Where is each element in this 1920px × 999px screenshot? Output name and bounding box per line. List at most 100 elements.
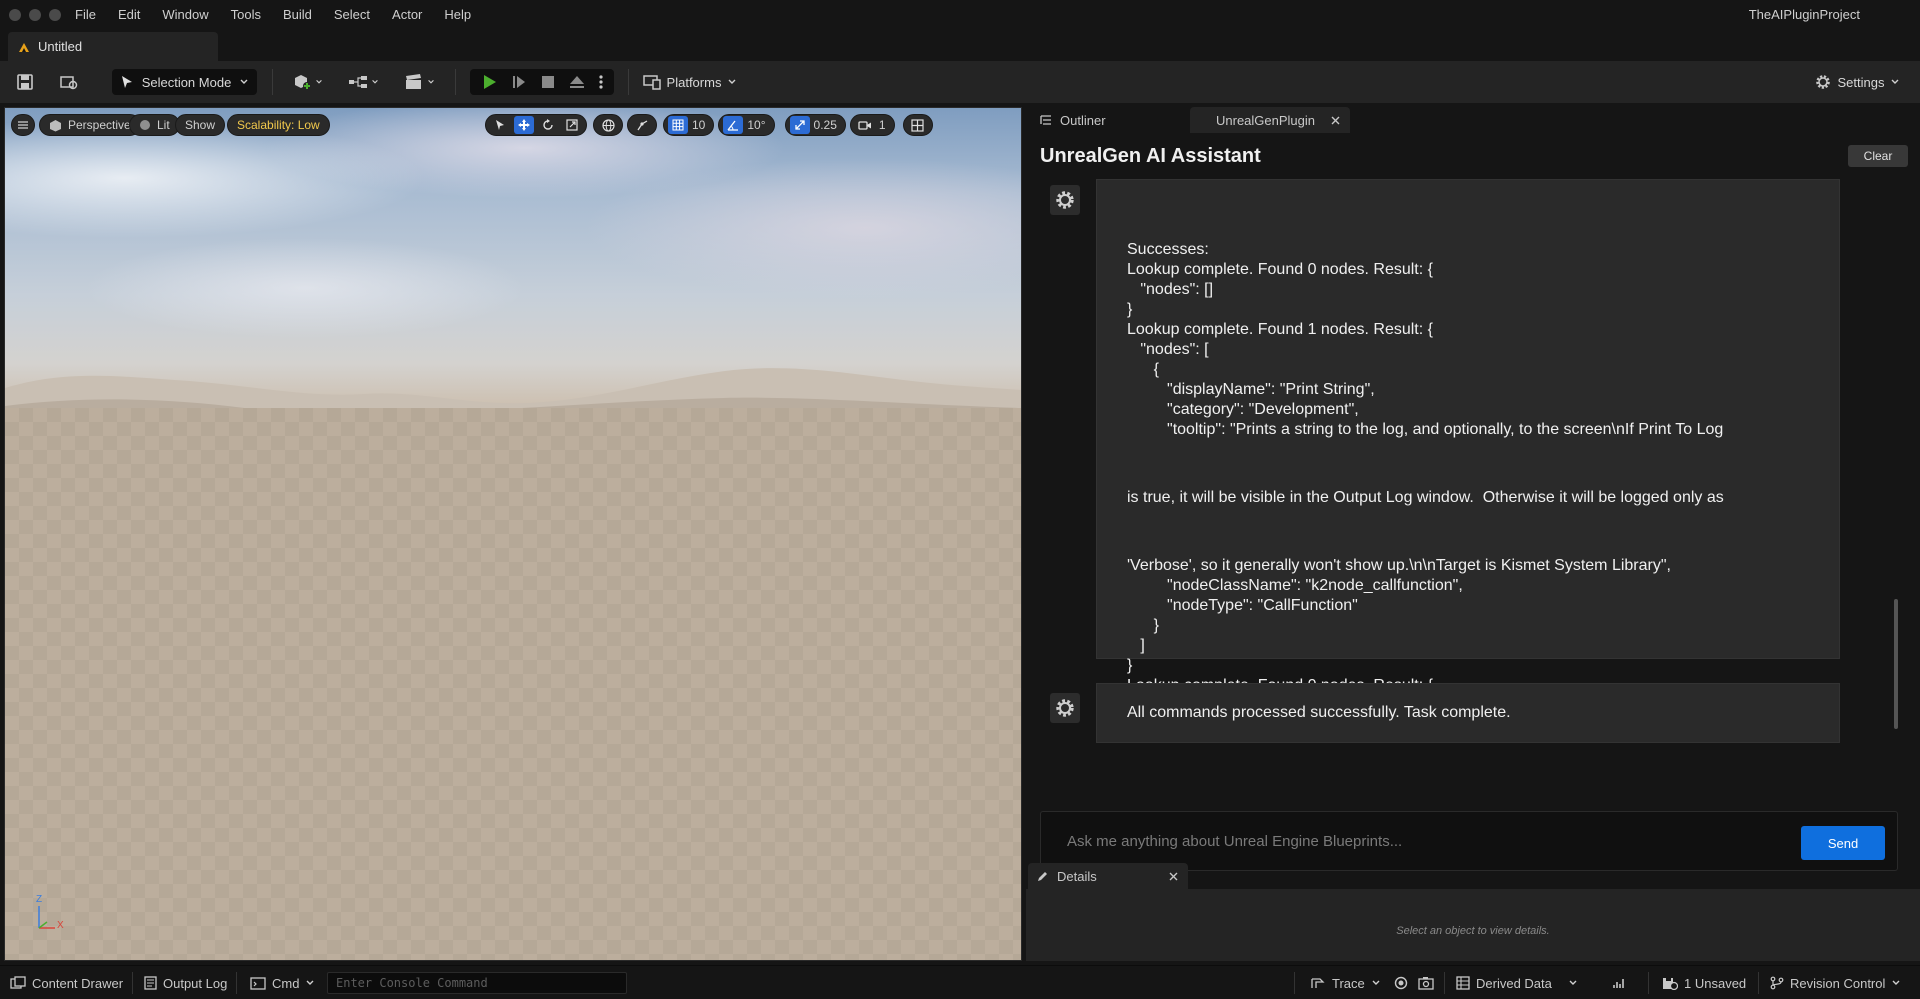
select-tool-icon[interactable] (490, 116, 510, 134)
menu-build[interactable]: Build (272, 0, 323, 30)
unsaved-button[interactable]: 1 Unsaved (1662, 966, 1746, 999)
minimize-window-button[interactable] (29, 9, 41, 21)
close-icon[interactable] (1331, 116, 1340, 125)
view-mode-lit-button[interactable]: Lit (129, 114, 180, 136)
menu-edit[interactable]: Edit (107, 0, 151, 30)
toolbar-separator (455, 69, 456, 95)
clear-button[interactable]: Clear (1848, 145, 1908, 167)
chevron-down-icon (371, 80, 378, 84)
transform-tools (485, 114, 587, 136)
menu-select[interactable]: Select (323, 0, 381, 30)
chevron-down-icon (1372, 980, 1380, 985)
folder-icon (60, 76, 78, 90)
console-command-input[interactable] (327, 972, 627, 994)
status-separator (236, 972, 237, 994)
tab-unrealgen-plugin[interactable]: UnrealGenPlugin (1190, 107, 1350, 133)
cmd-label: Cmd (272, 975, 300, 991)
tab-details[interactable]: Details (1028, 863, 1188, 889)
chat-scrollbar[interactable] (1894, 599, 1898, 729)
globe-icon (598, 116, 618, 134)
surface-snap-button[interactable] (627, 114, 657, 136)
chat-input[interactable] (1053, 826, 1753, 856)
record-icon (1394, 976, 1408, 990)
trace-dropdown[interactable]: Trace (1310, 966, 1381, 999)
lit-label: Lit (157, 118, 170, 132)
layout-grid-icon (908, 116, 928, 134)
cmd-dropdown[interactable]: Cmd (250, 966, 315, 999)
maximize-window-button[interactable] (49, 9, 61, 21)
eject-icon[interactable] (568, 73, 586, 91)
menu-tools[interactable]: Tools (220, 0, 272, 30)
document-tab-bar: Untitled (0, 30, 1920, 61)
blueprints-button[interactable] (343, 69, 383, 95)
rotation-snap-button[interactable]: 10° (718, 114, 775, 136)
axis-z-label: Z (36, 894, 43, 905)
derived-data-dropdown[interactable]: Derived Data (1456, 966, 1578, 999)
rotation-snap-value: 10° (747, 118, 766, 132)
chevron-down-icon (728, 79, 736, 84)
chevron-down-icon (315, 80, 322, 84)
grid-snap-value: 10 (692, 118, 706, 132)
scale-snap-button[interactable]: 0.25 (784, 114, 846, 136)
chat-message-bubble: All commands processed successfully. Tas… (1096, 683, 1840, 743)
scale-tool-icon[interactable] (562, 116, 582, 134)
settings-dropdown[interactable]: Settings (1810, 69, 1904, 95)
cinematics-button[interactable] (399, 69, 439, 95)
sphere-icon (140, 120, 150, 130)
assistant-header: UnrealGen AI Assistant Clear (1040, 133, 1920, 173)
document-tab-untitled[interactable]: Untitled (8, 32, 218, 61)
save-button[interactable] (12, 69, 38, 95)
pencil-icon (1038, 871, 1047, 881)
add-cube-icon (294, 75, 311, 90)
add-actor-button[interactable] (287, 69, 327, 95)
output-log-button[interactable]: Output Log (144, 966, 227, 999)
platforms-dropdown[interactable]: Platforms (640, 69, 740, 95)
content-drawer-button[interactable]: Content Drawer (10, 966, 123, 999)
level-viewport[interactable]: Perspective Lit Show Scalability: Low 10… (4, 107, 1022, 961)
axis-indicator: Z X (33, 894, 73, 936)
cube-icon (50, 119, 61, 131)
chat-messages[interactable]: Successes: Lookup complete. Found 0 node… (1040, 179, 1910, 765)
tab-outliner[interactable]: Outliner (1032, 107, 1182, 133)
viewport-layout-button[interactable] (902, 114, 933, 136)
perspective-button[interactable]: Perspective (39, 114, 141, 136)
browse-level-button[interactable] (56, 69, 82, 95)
play-icon[interactable] (480, 73, 498, 91)
move-tool-icon[interactable] (514, 116, 534, 134)
menu-window[interactable]: Window (151, 0, 219, 30)
outliner-icon (1040, 115, 1051, 125)
send-button[interactable]: Send (1801, 826, 1885, 860)
bar-chart-icon (1613, 979, 1624, 988)
gear-icon (1056, 191, 1074, 209)
record-button[interactable] (1394, 966, 1408, 999)
step-forward-icon[interactable] (510, 73, 528, 91)
menu-actor[interactable]: Actor (381, 0, 433, 30)
chevron-down-icon (1891, 79, 1899, 84)
lit-group: Lit (129, 114, 180, 136)
show-button[interactable]: Show (175, 114, 226, 136)
toolbar-separator (272, 69, 273, 95)
screenshot-button[interactable] (1418, 966, 1434, 999)
viewport-menu-button[interactable] (11, 114, 35, 136)
content-drawer-label: Content Drawer (32, 975, 124, 991)
more-options-icon[interactable] (598, 73, 604, 91)
camera-icon (855, 116, 875, 134)
menu-file[interactable]: File (64, 0, 107, 30)
rotate-tool-icon[interactable] (538, 116, 558, 134)
details-empty-hint: Select an object to view details. (1396, 925, 1550, 937)
stop-icon[interactable] (540, 74, 556, 90)
selection-mode-dropdown[interactable]: Selection Mode (112, 69, 257, 95)
coordinate-system-button[interactable] (593, 114, 623, 136)
revision-control-dropdown[interactable]: Revision Control (1770, 966, 1901, 999)
close-window-button[interactable] (9, 9, 21, 21)
save-icon (17, 74, 33, 90)
scalability-button[interactable]: Scalability: Low (227, 114, 330, 136)
tab-details-label: Details (1057, 868, 1097, 884)
grid-snap-button[interactable]: 10 (663, 114, 715, 136)
close-icon[interactable] (1169, 872, 1178, 881)
scalability-label: Scalability: Low (237, 118, 320, 132)
menu-help[interactable]: Help (433, 0, 482, 30)
stats-button[interactable] (1612, 966, 1626, 999)
camera-speed-button[interactable]: 1 (849, 114, 895, 136)
floor-grid (5, 408, 1021, 960)
